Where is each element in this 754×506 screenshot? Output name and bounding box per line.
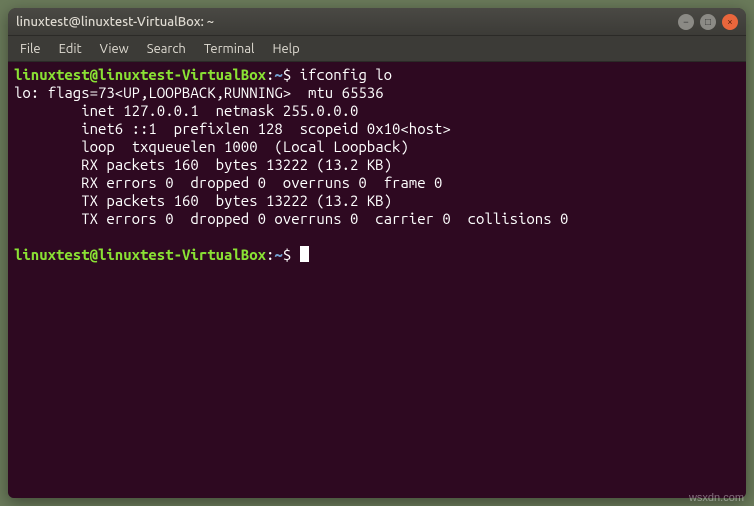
prompt-user-host: linuxtest@linuxtest-VirtualBox [14,246,266,263]
menu-view[interactable]: View [92,39,137,59]
close-button[interactable]: × [722,14,738,30]
close-icon: × [727,17,733,27]
minimize-icon: − [683,17,689,27]
menu-edit[interactable]: Edit [51,39,90,59]
menu-file[interactable]: File [12,39,49,59]
menu-search[interactable]: Search [139,39,194,59]
terminal-window: linuxtest@linuxtest-VirtualBox: ~ − □ × … [8,8,746,498]
terminal-output[interactable]: linuxtest@linuxtest-VirtualBox:~$ ifconf… [8,62,746,498]
output-line: loop txqueuelen 1000 (Local Loopback) [14,138,409,155]
menu-terminal[interactable]: Terminal [196,39,263,59]
titlebar[interactable]: linuxtest@linuxtest-VirtualBox: ~ − □ × [8,8,746,36]
maximize-icon: □ [705,17,711,27]
prompt-sigil: $ [283,246,291,263]
minimize-button[interactable]: − [678,14,694,30]
prompt-path: ~ [274,246,282,263]
output-line: lo: flags=73<UP,LOOPBACK,RUNNING> mtu 65… [14,84,384,101]
maximize-button[interactable]: □ [700,14,716,30]
output-line: inet6 ::1 prefixlen 128 scopeid 0x10<hos… [14,120,451,137]
prompt-path: ~ [274,66,282,83]
menu-help[interactable]: Help [264,39,307,59]
output-line: RX errors 0 dropped 0 overruns 0 frame 0 [14,174,442,191]
window-title: linuxtest@linuxtest-VirtualBox: ~ [16,15,678,29]
output-line: RX packets 160 bytes 13222 (13.2 KB) [14,156,392,173]
cursor-icon [300,246,309,262]
output-line: TX errors 0 dropped 0 overruns 0 carrier… [14,210,568,227]
prompt-user-host: linuxtest@linuxtest-VirtualBox [14,66,266,83]
output-line: inet 127.0.0.1 netmask 255.0.0.0 [14,102,358,119]
prompt-sigil: $ [283,66,291,83]
watermark: wsxdn.com [689,492,744,504]
window-controls: − □ × [678,14,738,30]
command-text: ifconfig lo [300,66,392,83]
menubar: File Edit View Search Terminal Help [8,36,746,62]
output-line: TX packets 160 bytes 13222 (13.2 KB) [14,192,392,209]
